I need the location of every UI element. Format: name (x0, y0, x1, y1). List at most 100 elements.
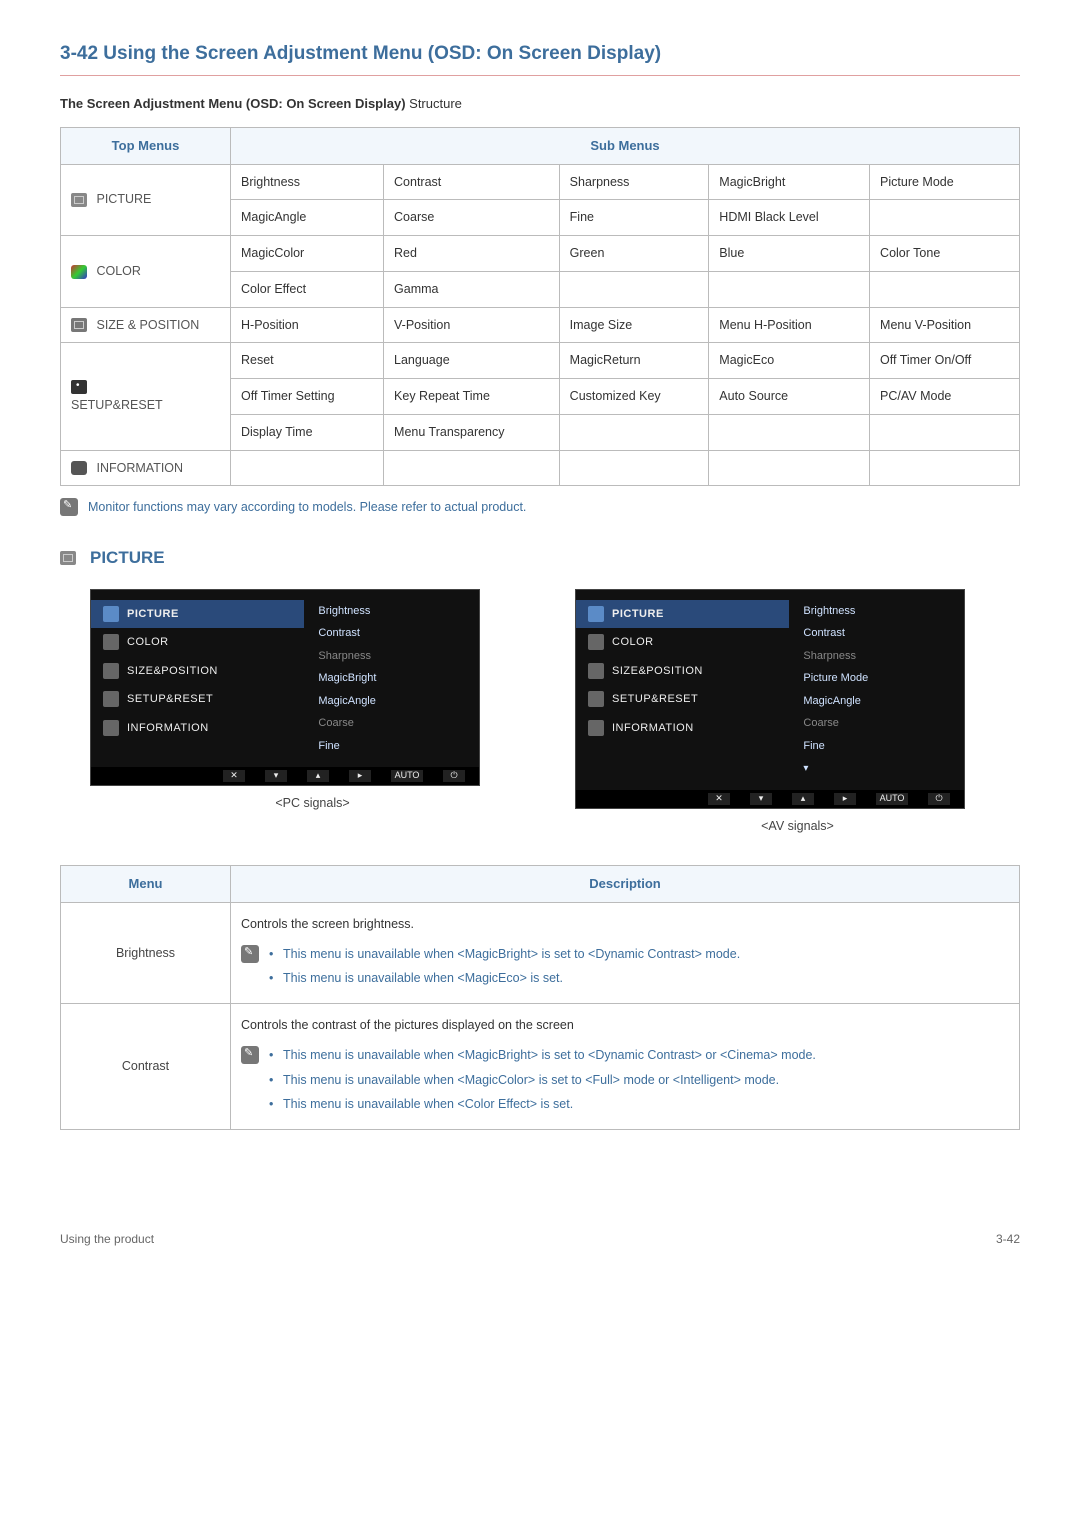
table-cell: Red (384, 236, 560, 272)
table-cell: Auto Source (709, 379, 870, 415)
desc-note-item: This menu is unavailable when <MagicBrig… (269, 1043, 816, 1068)
osd-option[interactable]: Contrast (318, 622, 465, 645)
subheading-rest: Structure (406, 96, 462, 111)
osd-option[interactable]: Picture Mode (803, 667, 950, 690)
table-cell: V-Position (384, 307, 560, 343)
table-cell: Contrast (384, 164, 560, 200)
caption-pc: <PC signals> (90, 794, 535, 813)
table-cell: Color Tone (870, 236, 1020, 272)
osd-option[interactable]: Fine (318, 735, 465, 758)
desc-lead: Controls the contrast of the pictures di… (241, 1016, 1009, 1035)
table-cell: Color Effect (231, 271, 384, 307)
osd-down-button[interactable]: ▾ (265, 770, 287, 782)
table-cell: MagicBright (709, 164, 870, 200)
color-icon (103, 634, 119, 650)
osd-option[interactable]: Brightness (803, 600, 950, 623)
osd-nav-color[interactable]: COLOR (576, 628, 789, 657)
desc-note-item: This menu is unavailable when <MagicEco>… (269, 966, 740, 991)
osd-panel-av: PICTURE COLOR SIZE&POSITION SETUP&RESET … (575, 589, 965, 809)
top-menu-setup: SETUP&RESET (61, 343, 231, 450)
osd-option[interactable]: Fine (803, 735, 950, 758)
sizepos-icon (103, 663, 119, 679)
footer-right: 3-42 (996, 1230, 1020, 1248)
info-icon (71, 461, 87, 475)
osd-nav-label: PICTURE (612, 606, 664, 623)
structure-table: Top Menus Sub Menus PICTURE Brightness C… (60, 127, 1020, 486)
osd-option[interactable]: Contrast (803, 622, 950, 645)
osd-power-button[interactable]: ⏻ (928, 793, 950, 805)
desc-note-item: This menu is unavailable when <MagicColo… (269, 1068, 816, 1093)
osd-nav-setup[interactable]: SETUP&RESET (576, 685, 789, 714)
section-heading: 3-42 Using the Screen Adjustment Menu (O… (60, 40, 1020, 76)
header-top-menus: Top Menus (61, 128, 231, 165)
table-cell: Menu Transparency (384, 414, 560, 450)
osd-option[interactable]: Sharpness (318, 645, 465, 668)
osd-down-button[interactable]: ▾ (750, 793, 772, 805)
osd-nav-color[interactable]: COLOR (91, 628, 304, 657)
desc-lead: Controls the screen brightness. (241, 915, 1009, 934)
header-menu: Menu (61, 866, 231, 903)
top-menu-picture: PICTURE (61, 164, 231, 236)
osd-enter-button[interactable]: ▸ (349, 770, 371, 782)
screenshot-av: PICTURE COLOR SIZE&POSITION SETUP&RESET … (575, 589, 1020, 836)
osd-option[interactable]: Coarse (318, 712, 465, 735)
osd-right-options: Brightness Contrast Sharpness Picture Mo… (789, 590, 964, 790)
top-menu-sizepos-label: SIZE & POSITION (96, 318, 199, 332)
table-cell: Gamma (384, 271, 560, 307)
osd-nav-setup[interactable]: SETUP&RESET (91, 685, 304, 714)
table-cell (870, 450, 1020, 486)
osd-option[interactable]: MagicAngle (318, 690, 465, 713)
setup-icon (71, 380, 87, 394)
osd-auto-button[interactable]: AUTO (876, 793, 908, 805)
table-cell: Picture Mode (870, 164, 1020, 200)
desc-menu-contrast: Contrast (61, 1004, 231, 1130)
table-cell: Menu V-Position (870, 307, 1020, 343)
osd-nav-picture[interactable]: PICTURE (576, 600, 789, 629)
osd-option[interactable]: Brightness (318, 600, 465, 623)
screenshot-pc: PICTURE COLOR SIZE&POSITION SETUP&RESET … (90, 589, 535, 836)
osd-up-button[interactable]: ▴ (307, 770, 329, 782)
table-cell (870, 271, 1020, 307)
osd-nav-label: SETUP&RESET (127, 691, 213, 708)
osd-nav-label: INFORMATION (127, 720, 209, 737)
osd-auto-button[interactable]: AUTO (391, 770, 423, 782)
osd-right-options: Brightness Contrast Sharpness MagicBrigh… (304, 590, 479, 768)
osd-nav-info[interactable]: INFORMATION (576, 714, 789, 743)
table-cell (384, 450, 560, 486)
osd-option[interactable]: Sharpness (803, 645, 950, 668)
osd-up-button[interactable]: ▴ (792, 793, 814, 805)
osd-close-button[interactable]: ✕ (223, 770, 245, 782)
picture-icon (60, 551, 76, 565)
table-cell: MagicColor (231, 236, 384, 272)
table-cell (709, 414, 870, 450)
osd-power-button[interactable]: ⏻ (443, 770, 465, 782)
color-icon (588, 634, 604, 650)
desc-note-item: This menu is unavailable when <MagicBrig… (269, 942, 740, 967)
structure-subheading: The Screen Adjustment Menu (OSD: On Scre… (60, 94, 1020, 114)
osd-option[interactable]: Coarse (803, 712, 950, 735)
osd-enter-button[interactable]: ▸ (834, 793, 856, 805)
table-cell: Reset (231, 343, 384, 379)
picture-icon (71, 193, 87, 207)
table-cell (709, 271, 870, 307)
osd-nav-sizepos[interactable]: SIZE&POSITION (576, 657, 789, 686)
osd-left-nav: PICTURE COLOR SIZE&POSITION SETUP&RESET … (576, 590, 789, 790)
table-cell: Green (559, 236, 709, 272)
top-menu-picture-label: PICTURE (96, 192, 151, 206)
table-cell (231, 450, 384, 486)
table-cell: HDMI Black Level (709, 200, 870, 236)
sizepos-icon (588, 663, 604, 679)
osd-scroll-indicator: ▾ (803, 757, 950, 780)
osd-nav-label: INFORMATION (612, 720, 694, 737)
osd-close-button[interactable]: ✕ (708, 793, 730, 805)
osd-nav-info[interactable]: INFORMATION (91, 714, 304, 743)
color-icon (71, 265, 87, 279)
picture-heading: PICTURE (90, 545, 165, 571)
osd-option[interactable]: MagicBright (318, 667, 465, 690)
table-cell: Image Size (559, 307, 709, 343)
osd-nav-sizepos[interactable]: SIZE&POSITION (91, 657, 304, 686)
osd-option[interactable]: MagicAngle (803, 690, 950, 713)
osd-footer: ✕ ▾ ▴ ▸ AUTO ⏻ (91, 767, 479, 785)
picture-heading-row: PICTURE (60, 545, 1020, 571)
osd-nav-picture[interactable]: PICTURE (91, 600, 304, 629)
